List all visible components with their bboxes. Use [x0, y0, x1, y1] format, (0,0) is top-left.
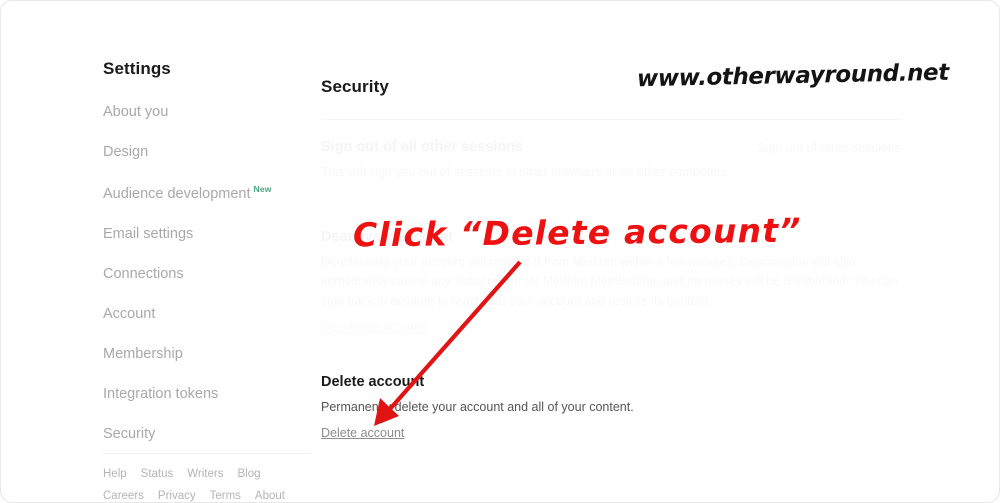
sidebar-title: Settings — [103, 59, 171, 78]
sidebar-item-label: Membership — [103, 345, 183, 362]
sidebar-item-label: Design — [103, 144, 149, 160]
footer-link-status[interactable]: Status — [141, 468, 174, 480]
section-body: Permanently delete your account and all … — [321, 400, 634, 414]
sidebar-item-account[interactable]: Account — [103, 307, 313, 322]
section-body: Deactivating your account will remove it… — [321, 253, 901, 311]
footer-link-writers[interactable]: Writers — [187, 468, 223, 480]
section-delete-account: Delete account Permanently delete your a… — [321, 374, 901, 442]
section-sign-out-sessions: Sign out of all other sessions This will… — [321, 139, 901, 182]
sidebar-item-integration-tokens[interactable]: Integration tokens — [103, 387, 313, 402]
sidebar-item-connections[interactable]: Connections — [103, 267, 313, 282]
sign-out-other-sessions-button[interactable]: Sign out of other sessions — [757, 141, 901, 155]
sidebar-item-label: Security — [103, 425, 156, 442]
footer-link-help[interactable]: Help — [103, 468, 127, 480]
settings-page: Settings About you Design Audience devel… — [0, 0, 1000, 503]
sidebar-item-security[interactable]: Security — [103, 427, 313, 442]
sidebar-item-email-settings[interactable]: Email settings — [103, 227, 313, 242]
footer-row-2: Careers Privacy Terms About — [103, 486, 333, 502]
settings-sidebar: Settings About you Design Audience devel… — [103, 59, 313, 467]
footer-row-1: Help Status Writers Blog — [103, 464, 333, 482]
footer-link-about[interactable]: About — [255, 490, 285, 502]
delete-account-link[interactable]: Delete account — [321, 426, 404, 440]
section-heading: Delete account — [321, 374, 425, 390]
sidebar-item-label: Email settings — [103, 225, 194, 242]
footer-link-blog[interactable]: Blog — [237, 468, 260, 480]
annotation-instruction-text: Click “Delete account” — [352, 210, 802, 255]
sidebar-divider — [103, 453, 311, 454]
sidebar-item-design[interactable]: Design — [103, 145, 313, 160]
sidebar-item-label: About you — [103, 104, 169, 120]
section-body: This will sign you out of sessions in ot… — [321, 163, 901, 182]
title-divider — [321, 119, 901, 120]
watermark-text: www.otherwayround.net — [636, 59, 950, 93]
new-badge: New — [253, 184, 272, 194]
footer-links: Help Status Writers Blog Careers Privacy Term… — [103, 464, 333, 502]
footer-link-privacy[interactable]: Privacy — [158, 490, 196, 502]
sidebar-item-label: Connections — [103, 265, 184, 282]
footer-link-careers[interactable]: Careers — [103, 490, 144, 502]
sidebar-item-label: Audience development — [103, 185, 251, 202]
sidebar-item-about-you[interactable]: About you — [103, 105, 313, 120]
sidebar-item-label: Integration tokens — [103, 385, 219, 402]
sidebar-item-membership[interactable]: Membership — [103, 347, 313, 362]
deactivate-account-link[interactable]: Deactivate account — [321, 320, 427, 334]
footer-link-terms[interactable]: Terms — [210, 490, 241, 502]
sidebar-item-audience-development[interactable]: Audience development New — [103, 185, 313, 201]
sidebar-item-label: Account — [103, 305, 156, 322]
